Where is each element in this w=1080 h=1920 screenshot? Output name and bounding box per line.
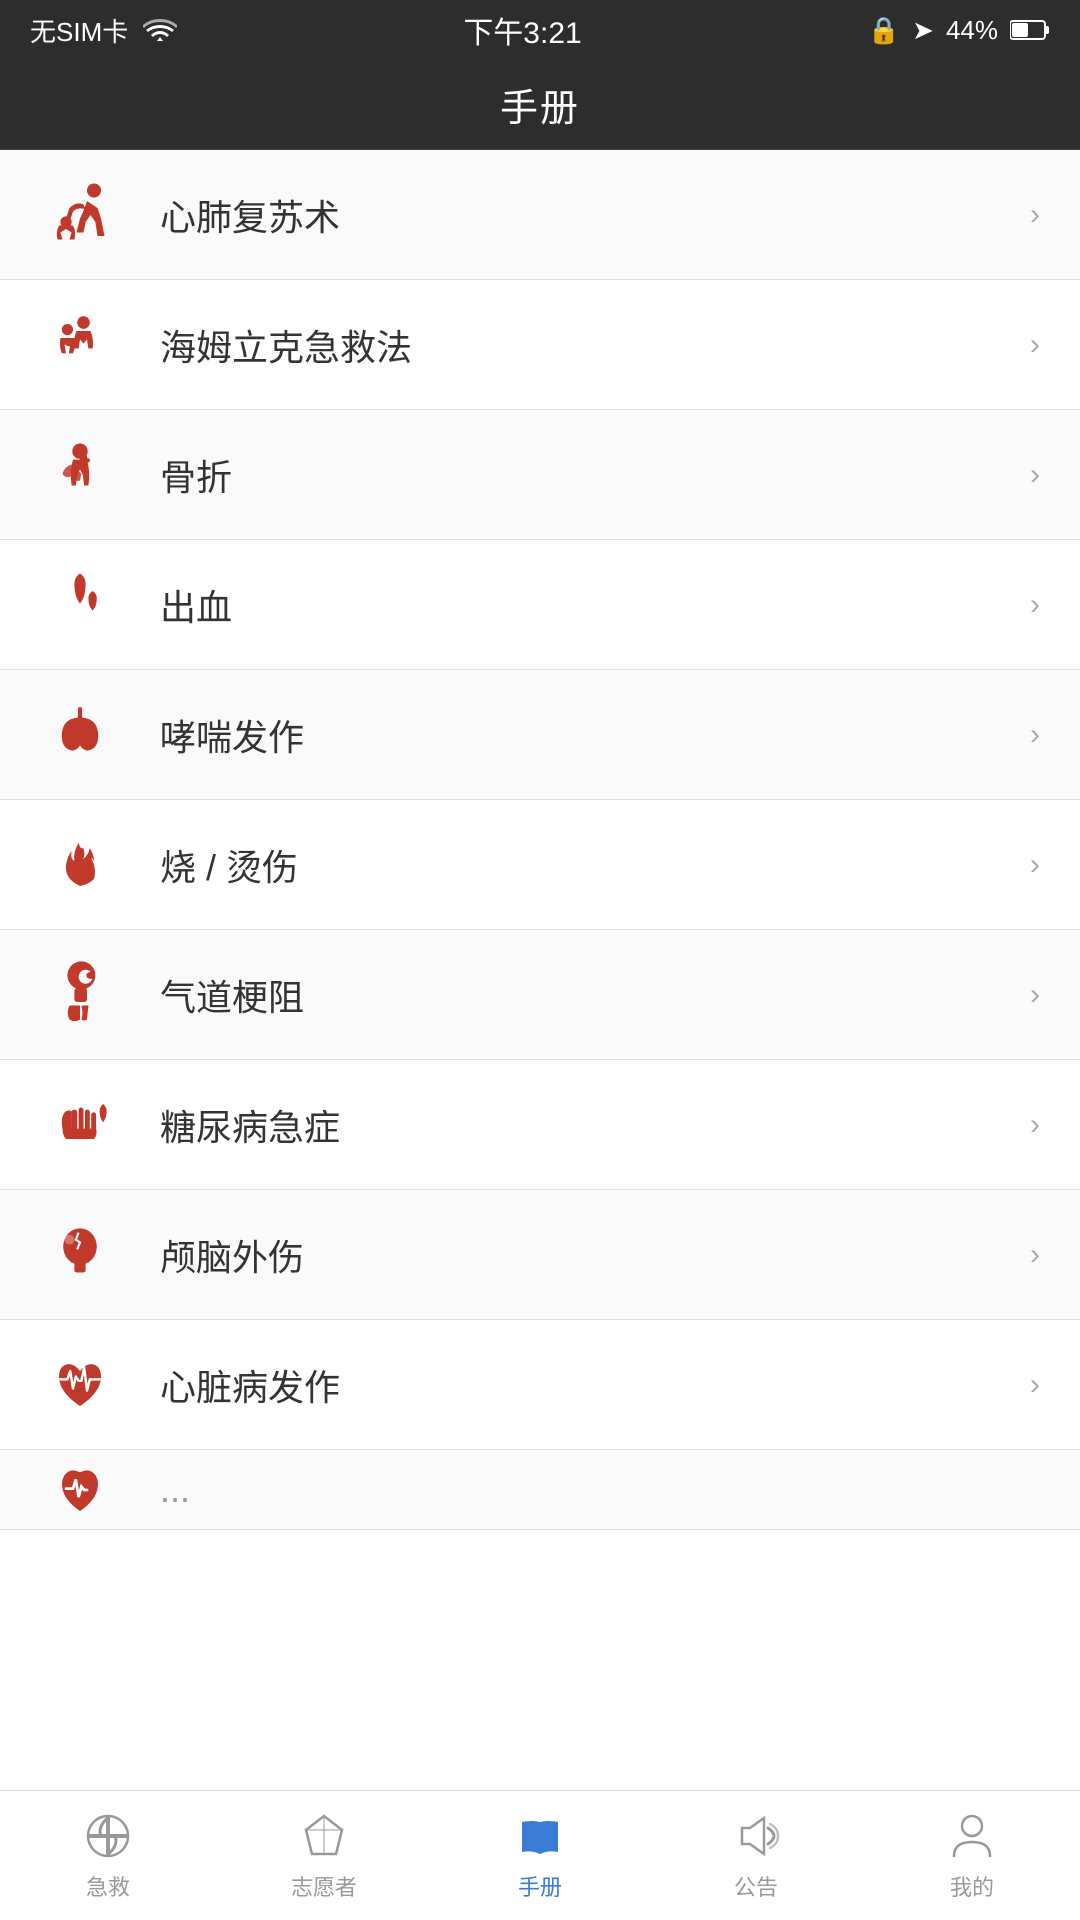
fracture-label: 骨折 (160, 449, 1020, 501)
tab-item-mine[interactable]: 我的 (864, 1791, 1080, 1920)
diabetes-icon (40, 1085, 120, 1165)
volunteer-tab-icon (298, 1810, 350, 1862)
status-right: 🔒 ➤ 44% (868, 15, 1050, 46)
heart-icon (40, 1345, 120, 1425)
tab-item-bulletin[interactable]: 公告 (648, 1791, 864, 1920)
list-item-heimlich[interactable]: 海姆立克急救法 › (0, 280, 1080, 410)
airway-icon (40, 955, 120, 1035)
burn-icon (40, 825, 120, 905)
bleeding-label: 出血 (160, 579, 1020, 631)
list-item-airway[interactable]: 气道梗阻 › (0, 930, 1080, 1060)
list-item-diabetes[interactable]: 糖尿病急症 › (0, 1060, 1080, 1190)
content-list: 心肺复苏术 › 海姆立克急救法 › (0, 150, 1080, 1790)
heimlich-icon (40, 305, 120, 385)
diabetes-chevron: › (1030, 1108, 1040, 1142)
heimlich-chevron: › (1030, 328, 1040, 362)
location-icon: ➤ (912, 15, 934, 46)
nav-title: 手册 (500, 77, 580, 132)
airway-label: 气道梗阻 (160, 969, 1020, 1021)
fracture-chevron: › (1030, 458, 1040, 492)
cpr-chevron: › (1030, 198, 1040, 232)
status-time: 下午3:21 (463, 8, 581, 52)
fracture-icon (40, 435, 120, 515)
list-item-extra[interactable]: ... (0, 1450, 1080, 1530)
status-bar: 无SIM卡 下午3:21 🔒 ➤ 44% (0, 0, 1080, 60)
head-label: 颅脑外伤 (160, 1229, 1020, 1281)
tab-item-handbook[interactable]: 手册 (432, 1791, 648, 1920)
list-item-fracture[interactable]: 骨折 › (0, 410, 1080, 540)
list-item-burn[interactable]: 烧 / 烫伤 › (0, 800, 1080, 930)
cpr-icon (40, 175, 120, 255)
list-item-head[interactable]: 颅脑外伤 › (0, 1190, 1080, 1320)
mine-tab-label: 我的 (950, 1870, 994, 1902)
carrier-text: 无SIM卡 (30, 12, 128, 49)
head-chevron: › (1030, 1238, 1040, 1272)
heart-chevron: › (1030, 1368, 1040, 1402)
tab-bar: 急救 志愿者 手册 (0, 1790, 1080, 1920)
heart-label: 心脏病发作 (160, 1359, 1020, 1411)
rescue-tab-icon (82, 1810, 134, 1862)
tab-item-rescue[interactable]: 急救 (0, 1791, 216, 1920)
battery-percent: 44% (946, 15, 998, 46)
volunteer-tab-label: 志愿者 (291, 1870, 357, 1902)
wifi-icon (143, 17, 177, 43)
asthma-chevron: › (1030, 718, 1040, 752)
handbook-tab-icon (514, 1810, 566, 1862)
bulletin-tab-label: 公告 (734, 1870, 778, 1902)
handbook-tab-label: 手册 (518, 1870, 562, 1902)
rescue-tab-label: 急救 (86, 1870, 130, 1902)
extra-icon (40, 1450, 120, 1530)
list-item-cpr[interactable]: 心肺复苏术 › (0, 150, 1080, 280)
burn-label: 烧 / 烫伤 (160, 839, 1020, 891)
head-icon (40, 1215, 120, 1295)
lock-icon: 🔒 (868, 15, 900, 46)
battery-icon (1010, 19, 1050, 41)
burn-chevron: › (1030, 848, 1040, 882)
list-item-bleeding[interactable]: 出血 › (0, 540, 1080, 670)
airway-chevron: › (1030, 978, 1040, 1012)
extra-label: ... (160, 1469, 1040, 1511)
list-item-heart[interactable]: 心脏病发作 › (0, 1320, 1080, 1450)
diabetes-label: 糖尿病急症 (160, 1099, 1020, 1151)
nav-bar: 手册 (0, 60, 1080, 150)
asthma-label: 哮喘发作 (160, 709, 1020, 761)
asthma-icon (40, 695, 120, 775)
bleeding-chevron: › (1030, 588, 1040, 622)
bleeding-icon (40, 565, 120, 645)
list-item-asthma[interactable]: 哮喘发作 › (0, 670, 1080, 800)
mine-tab-icon (946, 1810, 998, 1862)
tab-item-volunteer[interactable]: 志愿者 (216, 1791, 432, 1920)
bulletin-tab-icon (730, 1810, 782, 1862)
cpr-label: 心肺复苏术 (160, 189, 1020, 241)
status-left: 无SIM卡 (30, 12, 177, 49)
heimlich-label: 海姆立克急救法 (160, 319, 1020, 371)
